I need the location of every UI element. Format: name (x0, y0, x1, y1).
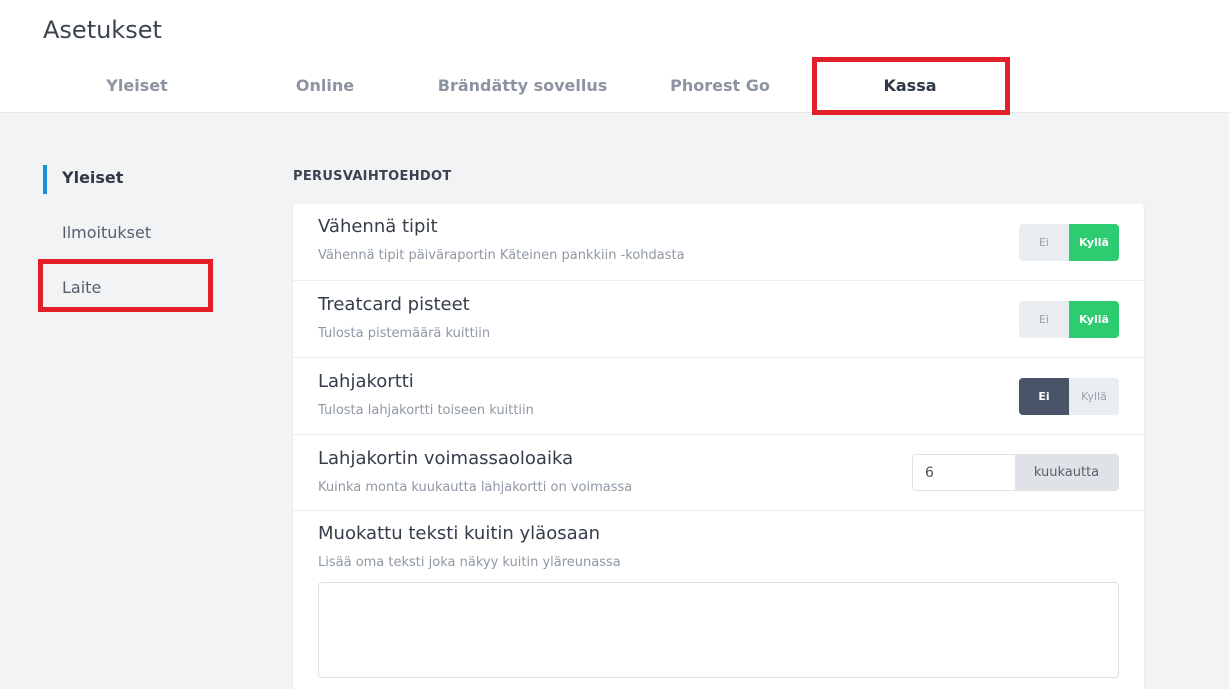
setting-row-lahjakortin-voimassaoloaika: Lahjakortin voimassaoloaika Kuinka monta… (293, 435, 1144, 511)
sidebar-active-indicator (43, 165, 47, 194)
validity-months-input[interactable] (913, 455, 1015, 490)
section-label: PERUSVAIHTOEHDOT (293, 169, 452, 184)
page-title: Asetukset (43, 16, 162, 44)
sidebar-item-yleiset[interactable]: Yleiset (62, 168, 123, 187)
setting-title: Vähennä tipit (318, 216, 438, 237)
settings-card: Vähennä tipit Vähennä tipit päiväraporti… (293, 204, 1144, 689)
setting-description: Tulosta pistemäärä kuittiin (318, 326, 491, 341)
treatcard-toggle: Ei Kyllä (1019, 301, 1119, 338)
tab-yleiset[interactable]: Yleiset (85, 76, 189, 100)
setting-row-lahjakortti: Lahjakortti Tulosta lahjakortti toiseen … (293, 358, 1144, 435)
tips-toggle: Ei Kyllä (1019, 224, 1119, 261)
setting-description: Lisää oma teksti joka näkyy kuitin yläre… (318, 555, 621, 570)
receipt-header-textarea[interactable] (318, 582, 1119, 678)
validity-input-group: kuukautta (912, 454, 1119, 491)
giftcard-toggle: Ei Kyllä (1019, 378, 1119, 415)
setting-row-treatcard-pisteet: Treatcard pisteet Tulosta pistemäärä kui… (293, 281, 1144, 358)
validity-unit-addon: kuukautta (1015, 455, 1118, 490)
toggle-no-option[interactable]: Ei (1019, 301, 1069, 338)
sidebar-item-ilmoitukset[interactable]: Ilmoitukset (62, 223, 151, 242)
setting-title: Lahjakortti (318, 371, 414, 392)
setting-title: Lahjakortin voimassaoloaika (318, 448, 574, 469)
setting-description: Kuinka monta kuukautta lahjakortti on vo… (318, 480, 633, 495)
setting-description: Vähennä tipit päiväraportin Käteinen pan… (318, 248, 685, 263)
tab-phorest-go[interactable]: Phorest Go (660, 76, 780, 100)
setting-description: Tulosta lahjakortti toiseen kuittiin (318, 403, 534, 418)
toggle-no-option[interactable]: Ei (1019, 378, 1069, 415)
toggle-no-option[interactable]: Ei (1019, 224, 1069, 261)
toggle-yes-option[interactable]: Kyllä (1069, 378, 1119, 415)
toggle-yes-option[interactable]: Kyllä (1069, 224, 1119, 261)
setting-row-vahenna-tipit: Vähennä tipit Vähennä tipit päiväraporti… (293, 204, 1144, 281)
tab-online[interactable]: Online (275, 76, 375, 100)
setting-title: Muokattu teksti kuitin yläosaan (318, 523, 601, 544)
tab-kassa[interactable]: Kassa (815, 76, 1005, 100)
setting-title: Treatcard pisteet (318, 294, 470, 315)
tab-brandatty-sovellus[interactable]: Brändätty sovellus (430, 76, 615, 100)
toggle-yes-option[interactable]: Kyllä (1069, 301, 1119, 338)
sidebar-item-laite[interactable]: Laite (62, 278, 101, 297)
header: Asetukset Yleiset Online Brändätty sovel… (0, 0, 1229, 113)
